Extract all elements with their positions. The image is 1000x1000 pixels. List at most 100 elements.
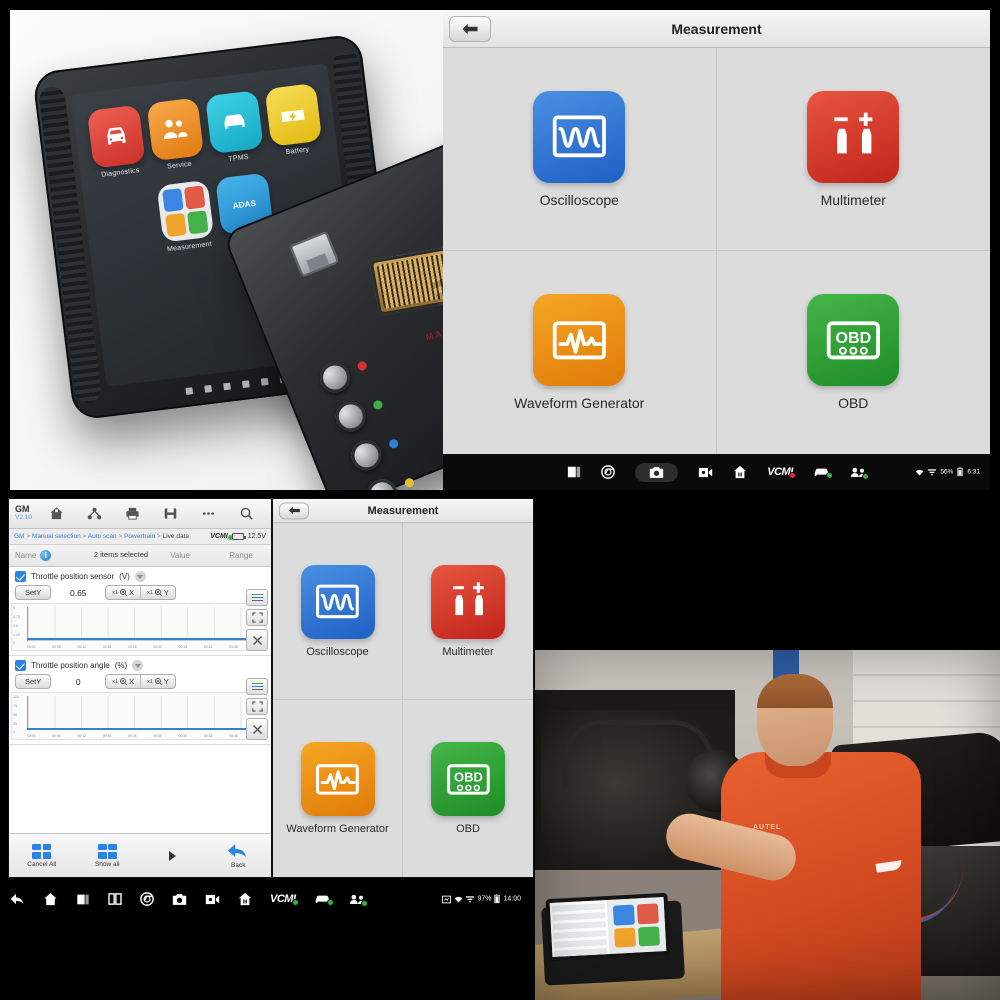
- measurement-app-oscilloscope[interactable]: Oscilloscope: [443, 48, 717, 251]
- tablet-app-service: Service: [145, 97, 205, 171]
- expand-icon[interactable]: [246, 698, 268, 715]
- vcmi-icon[interactable]: VCMI: [270, 893, 299, 906]
- measurement-app-obd[interactable]: OBD OBD: [717, 251, 991, 454]
- home-icon[interactable]: [43, 892, 58, 906]
- y-tick: 75: [13, 704, 17, 708]
- page-title: Measurement: [671, 20, 762, 37]
- row-checkbox[interactable]: [15, 660, 26, 671]
- data-item-controls: SetY 0 x1 X x1 Y: [9, 674, 271, 692]
- breadcrumb[interactable]: GM > Manual selection > Auto scan > Powe…: [14, 533, 189, 540]
- cancel-all-button[interactable]: Cancel All: [9, 843, 75, 868]
- y-tick: 0: [13, 641, 15, 645]
- camera-icon[interactable]: [172, 893, 187, 906]
- measurement-app-oscilloscope[interactable]: Oscilloscope: [273, 523, 403, 700]
- back-icon[interactable]: [10, 893, 25, 905]
- multimeter-icon: [807, 90, 900, 183]
- diagnostics-live-data-panel: GM V2.10 GM > Manual selection > Auto sc…: [8, 498, 272, 878]
- recents-icon[interactable]: [567, 465, 581, 479]
- measurement-quad-icon: [156, 179, 215, 244]
- remote-support-icon[interactable]: [850, 466, 869, 480]
- waveform-chart[interactable]: 5 3.75 2.5 1.25 0 00:00 00:06 00:12 00:1…: [11, 603, 267, 651]
- x-tick: 00:42: [203, 734, 213, 738]
- waveform-chart[interactable]: 100 75 50 25 0 00:00 00:06 00:12 00:18 0…: [11, 692, 267, 740]
- back-button[interactable]: [279, 502, 309, 519]
- back-button[interactable]: Back: [206, 843, 272, 869]
- live-data-list[interactable]: Throttle position sensor (V) SetY 0.65 x…: [9, 567, 271, 833]
- app-label: Waveform Generator: [514, 395, 645, 411]
- search-icon: [240, 507, 253, 520]
- measurement-app-waveform-generator[interactable]: Waveform Generator: [443, 251, 717, 454]
- toolbar-print-button[interactable]: [114, 499, 152, 528]
- maxisys-home-icon[interactable]: M: [733, 465, 747, 479]
- camera-button[interactable]: [635, 462, 679, 482]
- zoom-x-button[interactable]: x1 X: [106, 586, 142, 599]
- vehicle-icon[interactable]: [813, 466, 833, 479]
- measurement-app-multimeter[interactable]: Multimeter: [403, 523, 533, 700]
- breadcrumb-item[interactable]: Manual selection: [32, 533, 81, 540]
- breadcrumb-item[interactable]: Auto scan: [88, 533, 117, 540]
- breadcrumb-item[interactable]: Powertrain: [124, 533, 155, 540]
- breadcrumb-item[interactable]: GM: [14, 533, 24, 540]
- screen-record-icon[interactable]: [205, 893, 220, 906]
- tablet-app-measurement: Measurement: [156, 179, 215, 254]
- info-icon[interactable]: i: [40, 550, 52, 561]
- battery-percent: 97%: [477, 895, 492, 903]
- chevron-down-icon[interactable]: [134, 571, 146, 582]
- measurement-app-multimeter[interactable]: Multimeter: [716, 48, 990, 251]
- back-button[interactable]: [449, 15, 491, 42]
- show-all-button[interactable]: Show all: [75, 843, 141, 868]
- split-screen-icon[interactable]: [108, 893, 122, 905]
- recents-icon[interactable]: [76, 893, 90, 906]
- expand-icon[interactable]: [246, 609, 268, 626]
- toolbar-save-button[interactable]: [151, 499, 189, 528]
- chart-plot: [27, 607, 263, 641]
- toolbar-diagnostics-button[interactable]: [76, 499, 114, 528]
- ethernet-port: [289, 230, 340, 278]
- measurement-app-obd[interactable]: OBD OBD: [403, 700, 533, 877]
- toolbar-home-button[interactable]: [38, 499, 76, 528]
- graph-list-toggle-icon[interactable]: [246, 589, 268, 606]
- x-tick: 00:24: [128, 645, 137, 649]
- set-y-button[interactable]: SetY: [15, 585, 52, 600]
- chrome-icon[interactable]: [140, 892, 154, 906]
- measurement-app-waveform-generator[interactable]: Waveform Generator: [273, 700, 403, 877]
- channel-indicator: [387, 437, 400, 450]
- graph-list-toggle-icon[interactable]: [246, 678, 268, 695]
- status-cluster-bottom: 97% 14:00: [442, 894, 521, 904]
- chevron-down-icon[interactable]: [132, 660, 144, 671]
- app-label: Waveform Generator: [286, 823, 389, 835]
- measurement-titlebar: Measurement: [443, 10, 990, 48]
- row-side-buttons: [246, 678, 268, 740]
- save-icon: [164, 508, 177, 519]
- app-label: Oscilloscope: [306, 645, 369, 658]
- data-item-controls: SetY 0.65 x1 X x1 Y: [9, 585, 271, 603]
- car-front-icon: [86, 104, 146, 169]
- set-y-button[interactable]: SetY: [15, 674, 52, 689]
- chart-series-line: [27, 728, 262, 730]
- row-checkbox[interactable]: [15, 571, 26, 582]
- svg-text:ADAS: ADAS: [232, 199, 257, 211]
- chrome-icon[interactable]: [601, 465, 616, 479]
- vehicle-status-badge: [326, 899, 334, 906]
- maxisys-home-icon[interactable]: M: [238, 892, 252, 906]
- zoom-y-button[interactable]: x1 Y: [141, 675, 175, 688]
- remote-support-icon[interactable]: [349, 893, 368, 907]
- vehicle-icon[interactable]: [314, 893, 334, 906]
- next-page-button[interactable]: [140, 850, 206, 861]
- diagnostics-tree-icon: [87, 507, 102, 520]
- vcmi-icon[interactable]: VCMI: [767, 466, 796, 479]
- magnifier-icon: [120, 589, 128, 597]
- zoom-y-button[interactable]: x1 Y: [141, 586, 175, 599]
- toolbar-more-button[interactable]: [189, 499, 227, 528]
- next-arrow-icon: [169, 850, 177, 861]
- tablet-app-label: Diagnostics: [100, 166, 140, 179]
- close-icon[interactable]: [246, 629, 268, 651]
- screen-record-icon[interactable]: [698, 466, 713, 479]
- close-icon[interactable]: [246, 718, 268, 740]
- zoom-x-button[interactable]: x1 X: [106, 675, 142, 688]
- column-value: Value: [170, 551, 190, 560]
- selected-count: 2 items selected: [93, 550, 149, 560]
- vcmi-connection-label: VCMI: [210, 533, 233, 540]
- list-item: Throttle position sensor (V) SetY 0.65 x…: [9, 567, 271, 656]
- toolbar-search-button[interactable]: [227, 499, 265, 528]
